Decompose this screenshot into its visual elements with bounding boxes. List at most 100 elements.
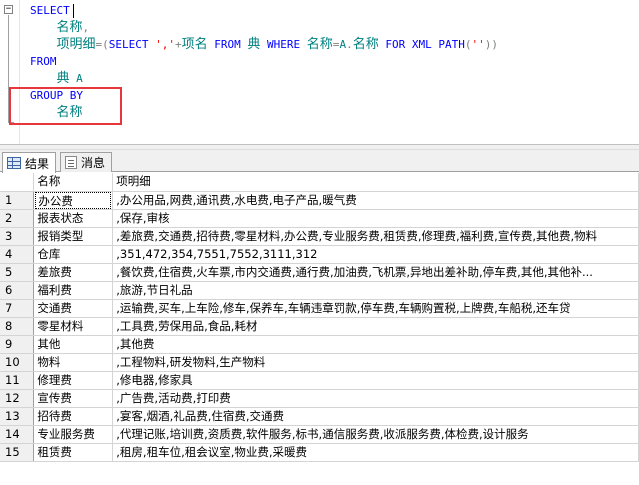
cell-details[interactable]: ,修电器,修家具 xyxy=(112,371,639,390)
cell-name-text: 差旅费 xyxy=(37,264,72,279)
cell-details[interactable]: ,租房,租车位,租会议室,物业费,采暖费 xyxy=(112,443,639,462)
cell-name-text: 专业服务费 xyxy=(37,426,95,441)
column-header-name[interactable]: 名称 xyxy=(33,173,114,192)
cell-name[interactable]: 修理费 xyxy=(33,371,114,390)
code-token: SELECT xyxy=(108,38,149,51)
row-number[interactable]: 10 xyxy=(0,353,35,372)
cell-name[interactable]: 租赁费 xyxy=(33,443,114,462)
code-token: 项明细 xyxy=(56,37,96,52)
cell-details[interactable]: ,其他费 xyxy=(112,335,639,354)
code-token: 典 xyxy=(56,71,70,86)
code-token: 项名 xyxy=(181,37,208,52)
row-number[interactable]: 12 xyxy=(0,389,35,408)
table-row[interactable]: 5 差旅费 ,餐饮费,住宿费,火车票,市内交通费,通行费,加油费,飞机票,异地出差补… xyxy=(0,263,639,282)
row-number[interactable]: 5 xyxy=(0,263,35,282)
cell-name[interactable]: 仓库 xyxy=(33,245,114,264)
table-row[interactable]: 9 其他 ,其他费 xyxy=(0,335,639,354)
cell-name[interactable]: 宣传费 xyxy=(33,389,114,408)
cell-name-text: 宣传费 xyxy=(37,390,72,405)
table-row[interactable]: 4 仓库 ,351,472,354,7551,7552,3111,312 xyxy=(0,245,639,264)
code-line[interactable]: 典 A xyxy=(30,70,498,87)
cell-name-text: 零星材料 xyxy=(37,318,84,333)
cell-name[interactable]: 报表状态 xyxy=(33,209,114,228)
table-row[interactable]: 2 报表状态 ,保存,审核 xyxy=(0,209,639,228)
cell-details[interactable]: ,餐饮费,住宿费,火车票,市内交通费,通行费,加油费,飞机票,异地出差补助,停车… xyxy=(112,263,639,282)
cell-name-text: 租赁费 xyxy=(37,444,72,459)
table-row[interactable]: 14 专业服务费 ,代理记账,培训费,资质费,软件服务,标书,通信服务费,收派服务费… xyxy=(0,425,639,444)
table-row[interactable]: 1 办公费 ,办公用品,网费,通讯费,水电费,电子产品,暖气费 xyxy=(0,191,639,210)
code-token: , xyxy=(82,21,90,34)
results-tab-bar: 结果 消息 xyxy=(0,150,639,173)
code-line[interactable]: FROM xyxy=(30,53,498,70)
table-row[interactable]: 13 招待费 ,宴客,烟酒,礼品费,住宿费,交通费 xyxy=(0,407,639,426)
cell-name[interactable]: 差旅费 xyxy=(33,263,114,282)
group-by-highlight-box xyxy=(9,87,122,125)
table-row[interactable]: 3 报销类型 ,差旅费,交通费,招待费,零星材料,办公费,专业服务费,租赁费,修理费… xyxy=(0,227,639,246)
row-number[interactable]: 4 xyxy=(0,245,35,264)
cell-details[interactable]: ,宴客,烟酒,礼品费,住宿费,交通费 xyxy=(112,407,639,426)
sql-editor[interactable]: − SELECT 名称, 项明细=(SELECT ','+项名 FROM 典 W… xyxy=(0,0,639,144)
table-row[interactable]: 11 修理费 ,修电器,修家具 xyxy=(0,371,639,390)
cell-details[interactable]: ,办公用品,网费,通讯费,水电费,电子产品,暖气费 xyxy=(112,191,639,210)
row-number[interactable]: 9 xyxy=(0,335,35,354)
cell-details[interactable]: ,工程物料,研发物料,生产物料 xyxy=(112,353,639,372)
collapse-icon[interactable]: − xyxy=(4,5,13,14)
table-row[interactable]: 15 租赁费 ,租房,租车位,租会议室,物业费,采暖费 xyxy=(0,443,639,462)
code-token: A xyxy=(76,72,83,85)
row-number[interactable]: 6 xyxy=(0,281,35,300)
code-line[interactable]: 名称, xyxy=(30,19,498,36)
cell-details[interactable]: ,代理记账,培训费,资质费,软件服务,标书,通信服务费,收派服务费,体检费,设计… xyxy=(112,425,639,444)
row-number[interactable]: 3 xyxy=(0,227,35,246)
cell-name[interactable]: 专业服务费 xyxy=(33,425,114,444)
cell-name[interactable]: 办公费 xyxy=(33,191,114,210)
cell-name[interactable]: 交通费 xyxy=(33,299,114,318)
code-token: PATH xyxy=(438,38,465,51)
column-header-details[interactable]: 项明细 xyxy=(112,173,639,192)
cell-name-text: 其他 xyxy=(37,336,61,351)
cell-details[interactable]: ,工具费,劳保用品,食品,耗材 xyxy=(112,317,639,336)
table-row[interactable]: 7 交通费 ,运输费,买车,上车险,修车,保养车,车辆违章罚款,停车费,车辆购置税,… xyxy=(0,299,639,318)
tab-messages[interactable]: 消息 xyxy=(60,152,113,172)
code-line[interactable]: 项明细=(SELECT ','+项名 FROM 典 WHERE 名称=A.名称 … xyxy=(30,36,498,53)
code-line[interactable]: SELECT xyxy=(30,2,498,19)
results-grid[interactable]: 名称 项明细 1 办公费 ,办公用品,网费,通讯费,水电费,电子产品,暖气费 2 报表状… xyxy=(0,173,639,485)
row-number[interactable]: 2 xyxy=(0,209,35,228)
cell-details[interactable]: ,351,472,354,7551,7552,3111,312 xyxy=(112,245,639,264)
table-row[interactable]: 12 宣传费 ,广告费,活动费,打印费 xyxy=(0,389,639,408)
row-number[interactable]: 13 xyxy=(0,407,35,426)
table-row[interactable]: 6 福利费 ,旅游,节日礼品 xyxy=(0,281,639,300)
tab-messages-label: 消息 xyxy=(81,156,106,170)
messages-icon xyxy=(65,156,77,169)
row-number[interactable]: 14 xyxy=(0,425,35,444)
cell-details[interactable]: ,差旅费,交通费,招待费,零星材料,办公费,专业服务费,租赁费,修理费,福利费,… xyxy=(112,227,639,246)
row-number[interactable]: 7 xyxy=(0,299,35,318)
code-token: ',' xyxy=(155,38,176,51)
cell-name[interactable]: 其他 xyxy=(33,335,114,354)
row-number[interactable]: 15 xyxy=(0,443,35,462)
cell-details[interactable]: ,保存,审核 xyxy=(112,209,639,228)
cell-name[interactable]: 零星材料 xyxy=(33,317,114,336)
cell-name[interactable]: 报销类型 xyxy=(33,227,114,246)
code-token: 名称 xyxy=(352,37,379,52)
results-table: 名称 项明细 1 办公费 ,办公用品,网费,通讯费,水电费,电子产品,暖气费 2 报表状… xyxy=(0,173,639,462)
cell-name[interactable]: 福利费 xyxy=(33,281,114,300)
cell-name[interactable]: 物料 xyxy=(33,353,114,372)
table-row[interactable]: 10 物料 ,工程物料,研发物料,生产物料 xyxy=(0,353,639,372)
code-token: WHERE xyxy=(267,38,301,51)
cell-name[interactable]: 招待费 xyxy=(33,407,114,426)
row-number[interactable]: 11 xyxy=(0,371,35,390)
row-number[interactable]: 8 xyxy=(0,317,35,336)
tab-results-label: 结果 xyxy=(25,156,50,171)
tab-results[interactable]: 结果 xyxy=(2,152,57,173)
results-grid-icon xyxy=(7,157,21,169)
cell-details[interactable]: ,运输费,买车,上车险,修车,保养车,车辆违章罚款,停车费,车辆购置税,上牌费,… xyxy=(112,299,639,318)
cell-details[interactable]: ,广告费,活动费,打印费 xyxy=(112,389,639,408)
grid-corner[interactable] xyxy=(0,173,35,192)
code-token: FROM xyxy=(214,38,241,51)
table-row[interactable]: 8 零星材料 ,工具费,劳保用品,食品,耗材 xyxy=(0,317,639,336)
row-number[interactable]: 1 xyxy=(0,191,35,210)
code-token: =( xyxy=(95,38,109,51)
cell-details[interactable]: ,旅游,节日礼品 xyxy=(112,281,639,300)
